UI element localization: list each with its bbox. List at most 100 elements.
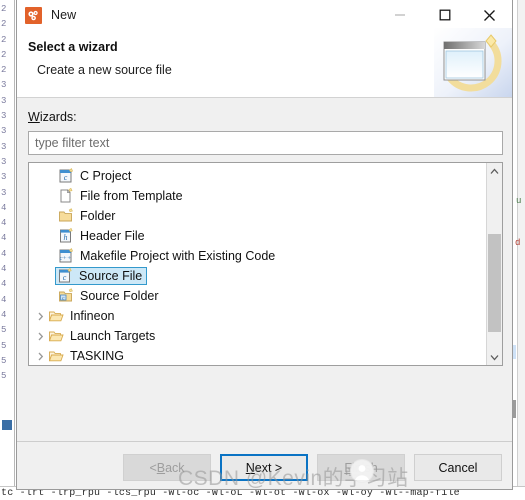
gutter-line-number: 4 [1,233,7,244]
cancel-button[interactable]: Cancel [414,454,502,481]
tree-item-c-project[interactable]: c C Project [29,166,486,186]
scroll-down-button[interactable] [487,349,502,365]
scroll-up-button[interactable] [487,163,502,179]
tree-item-makefile-project[interactable]: c++ Makefile Project with Existing Code [29,246,486,266]
gutter-line-number: 3 [1,141,7,152]
back-button-accel: B [156,460,166,475]
tree-item-label: Source File [79,269,143,283]
wizard-tree-list[interactable]: c C Project File from Template Folder h … [29,163,486,365]
maximize-button[interactable] [422,0,467,31]
gutter-line-number: 5 [1,355,7,366]
tree-item-file-from-template[interactable]: File from Template [29,186,486,206]
finish-button-accel: F [344,460,352,475]
gutter-line-number: 3 [1,80,7,91]
gutter-line-number: 4 [1,294,7,305]
gutter-line-number: 4 [1,248,7,259]
bg-code-fragment-2: d [515,238,521,248]
bg-code-fragment-1: u [516,196,522,206]
next-button-rest: ext > [254,460,283,475]
open-folder-icon [48,308,66,324]
wizard-banner-image [434,28,512,97]
tree-item-label: Makefile Project with Existing Code [80,249,276,263]
wizards-label-rest: izards: [39,110,77,124]
gutter-line-number: 3 [1,172,7,183]
wizard-app-icon [25,6,42,24]
close-button[interactable] [467,0,512,31]
tree-item-tasking[interactable]: TASKING [29,346,486,365]
next-button[interactable]: Next > [220,454,308,481]
back-button-rest: ack [165,460,185,475]
gutter-line-number: 5 [1,340,7,351]
page-title: Select a wizard [28,40,118,54]
tree-item-label: Infineon [70,309,115,323]
tree-item-folder[interactable]: Folder [29,206,486,226]
dialog-title-bar[interactable]: New [17,0,512,31]
chevron-right-icon[interactable] [33,312,48,321]
gutter-line-number: 4 [1,264,7,275]
gutter-line-number: 5 [1,325,7,336]
gutter-line-number: 3 [1,95,7,106]
wizards-label: Wizards: [28,110,77,124]
editor-marker-icon [2,420,12,430]
tree-item-label: C Project [80,169,132,183]
gutter-line-number: 3 [1,187,7,198]
minimize-button[interactable] [377,0,422,31]
gutter-line-number: 2 [1,34,7,45]
back-button-prefix: < [149,460,157,475]
file-icon [58,188,76,204]
tree-item-label: Header File [80,229,145,243]
gutter-line-number: 4 [1,218,7,229]
gutter-line-number: 2 [1,4,7,14]
filter-input[interactable] [28,131,503,155]
tree-item-launch-targets[interactable]: Launch Targets [29,326,486,346]
finish-button[interactable]: Finish [317,454,405,481]
gutter-line-number: 4 [1,202,7,213]
tree-item-label: Folder [80,209,116,223]
scrollbar-track[interactable] [487,179,502,349]
gutter-line-number: 4 [1,309,7,320]
tree-item-selection-highlight: c Source File [55,267,148,285]
dialog-title: New [51,8,77,22]
dialog-header: Select a wizard Create a new source file [17,28,512,98]
wizard-tree[interactable]: c C Project File from Template Folder h … [28,162,503,366]
c-project-icon: c [58,168,76,184]
chevron-right-icon[interactable] [33,332,48,341]
footer-separator [17,441,512,442]
tree-item-label: Source Folder [80,289,159,303]
editor-right-strip [517,0,525,500]
tree-item-label: Launch Targets [70,329,156,343]
cpp-project-icon: c++ [58,248,76,264]
tree-item-infineon[interactable]: Infineon [29,306,486,326]
next-button-accel: N [245,460,255,475]
open-folder-icon [48,328,66,344]
tree-item-label: File from Template [80,189,183,203]
gutter-line-number: 3 [1,111,7,122]
source-folder-icon: c [58,288,76,304]
svg-text:h: h [64,233,68,242]
gutter-line-number: 4 [1,279,7,290]
tree-item-header-file[interactable]: h Header File [29,226,486,246]
source-file-icon: c [57,268,75,284]
gutter-line-number: 3 [1,126,7,137]
tree-item-label: TASKING [70,349,124,363]
new-wizard-dialog: New Select a wizard Create a new source … [16,0,513,490]
gutter-line-number: 2 [1,19,7,30]
tree-item-source-file[interactable]: c Source File [29,266,486,286]
open-folder-icon [48,348,66,364]
folder-icon [58,208,76,224]
gutter-line-number: 3 [1,156,7,167]
scrollbar-thumb[interactable] [488,234,501,332]
tree-scrollbar[interactable] [486,163,502,365]
gutter-line-number: 5 [1,371,7,382]
back-button[interactable]: < Back [123,454,211,481]
gutter-line-number: 2 [1,49,7,60]
svg-text:c++: c++ [60,255,72,262]
finish-button-rest: inish [351,460,378,475]
tree-item-source-folder[interactable]: c Source Folder [29,286,486,306]
header-file-icon: h [58,228,76,244]
gutter-line-number: 2 [1,65,7,76]
page-subtitle: Create a new source file [37,63,172,77]
chevron-right-icon[interactable] [33,352,48,361]
svg-text:c: c [63,273,67,282]
dialog-body: Wizards: c [17,98,512,489]
